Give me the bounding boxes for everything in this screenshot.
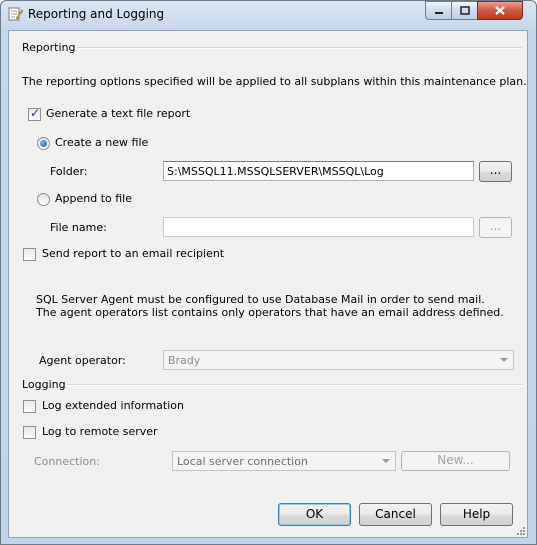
agent-operator-value: Brady — [168, 354, 201, 367]
resize-grip-icon[interactable] — [515, 525, 525, 535]
log-extended-label[interactable]: Log extended information — [42, 399, 184, 412]
folder-label: Folder: — [50, 165, 88, 178]
folder-input[interactable]: S:\MSSQL11.MSSQLSERVER\MSSQL\Log — [163, 161, 474, 181]
log-remote-label[interactable]: Log to remote server — [42, 425, 158, 438]
file-name-browse-button[interactable]: ... — [479, 217, 512, 238]
file-name-input[interactable] — [163, 217, 474, 237]
create-new-file-radio[interactable] — [37, 137, 50, 150]
dialog-window: Reporting and Logging Reporting The repo… — [0, 0, 537, 545]
maximize-icon — [459, 6, 470, 15]
connection-value: Local server connection — [177, 455, 308, 468]
minimize-icon — [434, 11, 443, 14]
reporting-section-label: Reporting — [22, 41, 76, 54]
connection-select[interactable]: Local server connection — [172, 451, 396, 471]
send-email-label[interactable]: Send report to an email recipient — [42, 247, 224, 260]
maximize-button[interactable] — [451, 1, 478, 20]
edit-document-icon — [8, 7, 23, 21]
radio-selected-dot — [40, 140, 47, 147]
generate-text-report-label[interactable]: Generate a text file report — [46, 107, 190, 120]
close-button[interactable] — [477, 1, 523, 20]
reporting-description: The reporting options specified will be … — [22, 75, 527, 88]
window-title: Reporting and Logging — [28, 7, 165, 21]
reporting-divider — [77, 47, 522, 49]
minimize-button[interactable] — [425, 1, 452, 20]
title-bar[interactable]: Reporting and Logging — [1, 1, 536, 29]
chevron-down-icon — [500, 358, 508, 362]
log-remote-checkbox[interactable] — [23, 426, 36, 439]
file-name-label: File name: — [50, 221, 107, 234]
create-new-file-label[interactable]: Create a new file — [55, 136, 148, 149]
agent-mail-note: SQL Server Agent must be configured to u… — [36, 293, 504, 319]
new-connection-button[interactable]: New... — [401, 451, 510, 471]
send-email-checkbox[interactable] — [23, 248, 36, 261]
cancel-button[interactable]: Cancel — [359, 503, 432, 526]
checkmark-icon: ✓ — [30, 106, 41, 120]
connection-label: Connection: — [34, 455, 100, 468]
help-button[interactable]: Help — [440, 503, 513, 526]
agent-operator-select[interactable]: Brady — [163, 350, 514, 370]
append-to-file-label[interactable]: Append to file — [55, 192, 132, 205]
logging-section-label: Logging — [22, 378, 66, 391]
logging-divider — [67, 384, 522, 386]
chevron-down-icon — [382, 459, 390, 463]
ok-button[interactable]: OK — [278, 503, 351, 526]
append-to-file-radio[interactable] — [37, 193, 50, 206]
agent-operator-label: Agent operator: — [39, 354, 126, 367]
close-icon — [495, 6, 505, 15]
generate-text-report-checkbox[interactable]: ✓ — [28, 106, 41, 121]
dialog-body: Reporting The reporting options specifie… — [8, 30, 528, 538]
log-extended-checkbox[interactable] — [23, 400, 36, 413]
folder-browse-button[interactable]: ... — [479, 161, 512, 182]
